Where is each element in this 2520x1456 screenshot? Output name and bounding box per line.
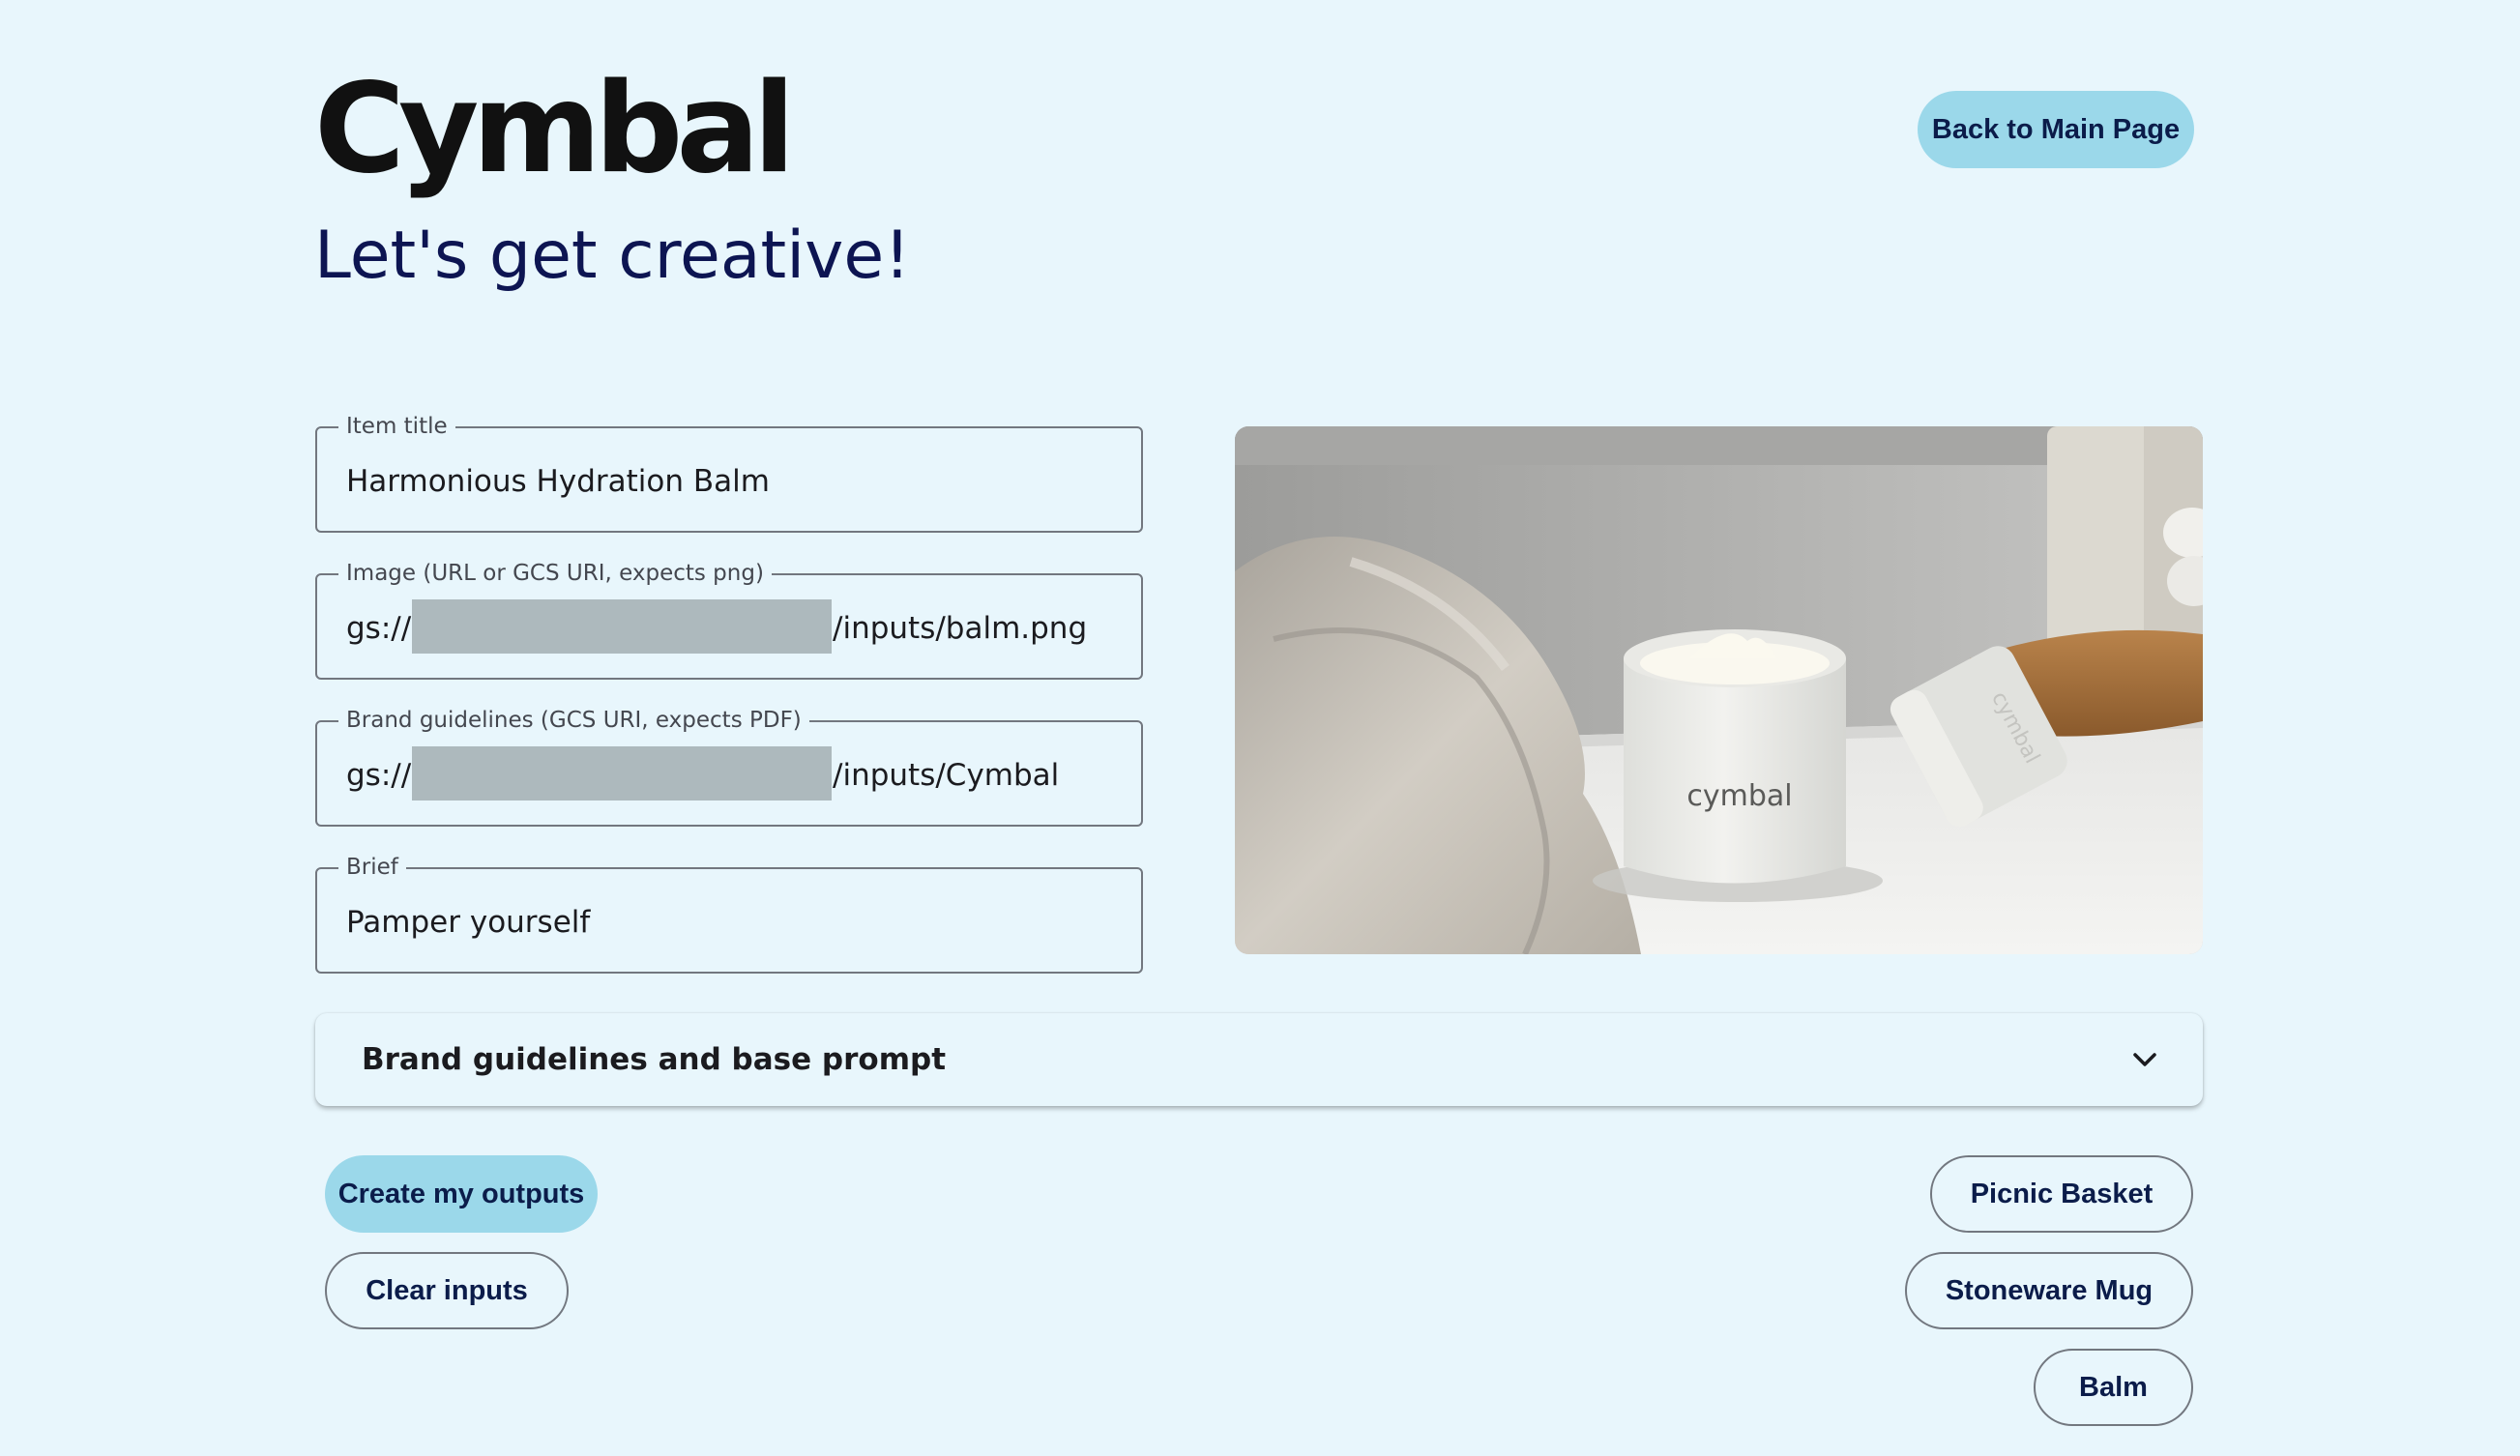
back-to-main-page-button[interactable]: Back to Main Page <box>1918 91 2194 168</box>
image-uri-redaction <box>412 599 832 654</box>
item-title-input[interactable]: Harmonious Hydration Balm <box>346 463 1112 500</box>
expander-title: Brand guidelines and base prompt <box>362 1042 947 1077</box>
product-preview-image: cymbal cymbal <box>1235 426 2203 954</box>
create-my-outputs-button[interactable]: Create my outputs <box>325 1155 598 1233</box>
page-headline: Let's get creative! <box>314 218 911 294</box>
jar-label-text: cymbal <box>1686 779 1792 813</box>
item-title-field[interactable]: Item title Harmonious Hydration Balm <box>315 413 1143 533</box>
brand-guidelines-uri-label: Brand guidelines (GCS URI, expects PDF) <box>338 707 809 734</box>
sample-picnic-basket-button[interactable]: Picnic Basket <box>1930 1155 2193 1233</box>
brief-label: Brief <box>338 854 406 881</box>
sample-balm-button[interactable]: Balm <box>2034 1349 2193 1426</box>
item-title-label: Item title <box>338 413 455 440</box>
chevron-down-icon <box>2133 1053 2156 1066</box>
image-uri-field[interactable]: Image (URL or GCS URI, expects png) gs:/… <box>315 560 1143 680</box>
brief-input[interactable]: Pamper yourself <box>346 904 1112 941</box>
brand-guidelines-expander[interactable]: Brand guidelines and base prompt <box>315 1013 2203 1106</box>
sample-stoneware-mug-button[interactable]: Stoneware Mug <box>1905 1252 2193 1329</box>
brief-field[interactable]: Brief Pamper yourself <box>315 854 1143 974</box>
image-uri-label: Image (URL or GCS URI, expects png) <box>338 560 772 587</box>
balm-jar-photo: cymbal cymbal <box>1235 426 2203 954</box>
cymbal-logo: Cymbal <box>314 57 796 201</box>
clear-inputs-button[interactable]: Clear inputs <box>325 1252 569 1329</box>
brand-guidelines-uri-redaction <box>412 746 832 801</box>
brand-guidelines-uri-field[interactable]: Brand guidelines (GCS URI, expects PDF) … <box>315 707 1143 827</box>
